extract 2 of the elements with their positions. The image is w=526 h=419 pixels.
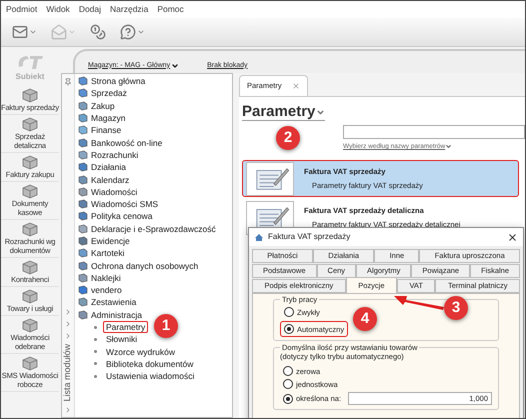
- panel-title: Lista modułów: [61, 344, 74, 402]
- logo-text: Subiekt: [16, 71, 44, 83]
